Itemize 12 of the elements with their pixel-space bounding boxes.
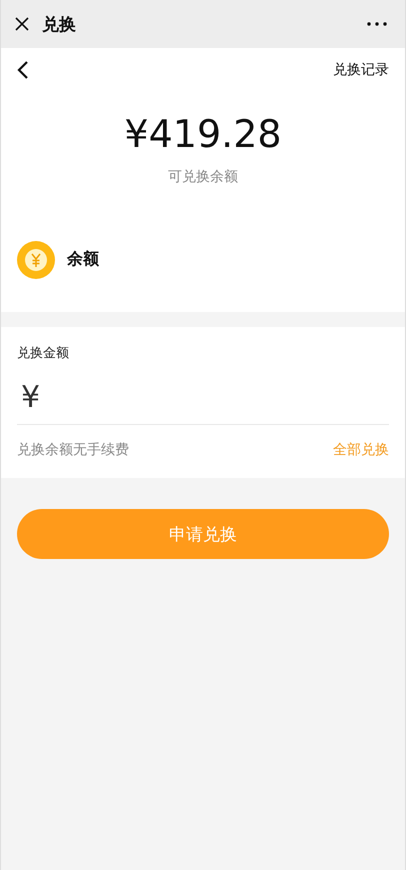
exchange-label: 兑换金额 — [17, 345, 70, 362]
records-link[interactable]: 兑换记录 — [333, 61, 389, 79]
more-icon[interactable] — [367, 22, 387, 26]
back-icon[interactable] — [17, 60, 29, 80]
amount-field[interactable]: ¥ — [17, 362, 389, 425]
close-icon[interactable] — [14, 16, 30, 32]
account-label: 余额 — [67, 249, 99, 270]
fee-note: 兑换余额无手续费 — [17, 441, 129, 459]
window-title: 兑换 — [42, 14, 76, 36]
balance-caption: 可兑换余额 — [167, 168, 239, 186]
coin-icon — [17, 240, 55, 279]
balance-amount: ¥419.28 — [123, 112, 283, 158]
